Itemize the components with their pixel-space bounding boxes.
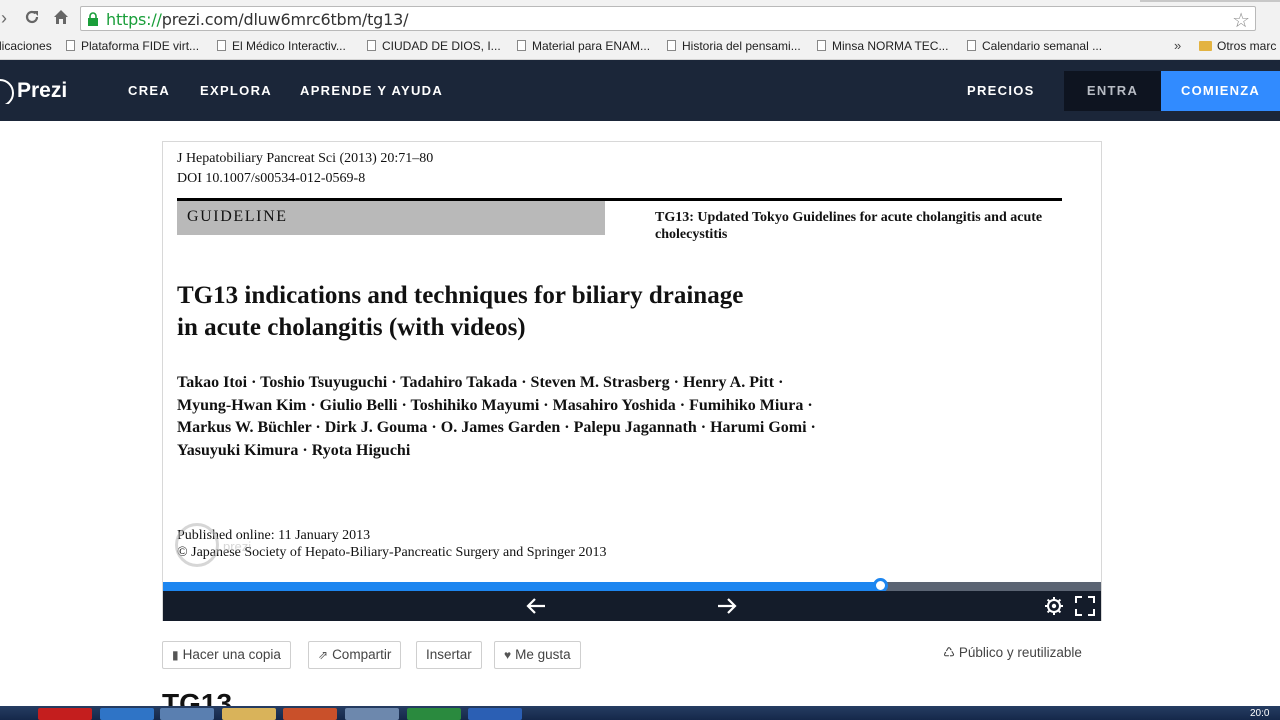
- chrome-icon[interactable]: [345, 708, 399, 720]
- paper-title: TG13 indications and techniques for bili…: [177, 280, 897, 344]
- bookmarks-bar: licaciones Plataforma FIDE virt... El Mé…: [0, 36, 1280, 60]
- excel-icon[interactable]: [407, 708, 461, 720]
- paper-title-line: in acute cholangitis (with videos): [177, 314, 526, 341]
- bookmark-item[interactable]: Historia del pensami...: [667, 39, 801, 53]
- heart-icon: ♥: [504, 648, 512, 662]
- internet-explorer-icon[interactable]: [100, 708, 154, 720]
- bookmarks-overflow-icon[interactable]: »: [1174, 38, 1181, 53]
- previous-arrow-icon[interactable]: [525, 596, 547, 621]
- next-arrow-icon[interactable]: [716, 596, 738, 621]
- taskbar-app-icon[interactable]: [38, 708, 92, 720]
- file-explorer-icon[interactable]: [222, 708, 276, 720]
- tab-strip-edge: [1140, 0, 1280, 2]
- series-title: TG13: Updated Tokyo Guidelines for acute…: [655, 210, 1043, 242]
- bookmark-item[interactable]: licaciones: [0, 39, 52, 53]
- journal-citation: J Hepatobiliary Pancreat Sci (2013) 20:7…: [177, 151, 434, 166]
- page-icon: [217, 40, 226, 51]
- page-icon: [667, 40, 676, 51]
- settings-gear-icon[interactable]: [1044, 596, 1064, 621]
- author-line: Yasuyuki Kimura · Ryota Higuchi: [177, 441, 411, 459]
- url-field[interactable]: https://prezi.com/dluw6mrc6tbm/tg13/ ☆: [80, 6, 1256, 33]
- author-line: Takao Itoi · Toshio Tsuyuguchi · Tadahir…: [177, 374, 784, 391]
- url-text: https://prezi.com/dluw6mrc6tbm/tg13/: [106, 10, 409, 29]
- word-icon[interactable]: [468, 708, 522, 720]
- copy-button[interactable]: ▮ Hacer una copia: [162, 641, 291, 669]
- section-label: GUIDELINE: [187, 208, 288, 225]
- recycle-icon: ♺: [943, 645, 956, 660]
- bookmark-star-icon[interactable]: ☆: [1232, 8, 1250, 33]
- embed-button[interactable]: Insertar: [416, 641, 482, 669]
- signup-button[interactable]: COMIENZA: [1161, 71, 1280, 111]
- visibility-status: ♺ Público y reutilizable: [943, 645, 1082, 661]
- nav-precios[interactable]: PRECIOS: [967, 83, 1035, 98]
- like-button[interactable]: ♥ Me gusta: [494, 641, 581, 669]
- prezi-watermark-icon: [175, 523, 219, 567]
- copy-icon: ▮: [172, 648, 179, 662]
- bookmark-item[interactable]: CIUDAD DE DIOS, I...: [367, 39, 501, 53]
- like-label: Me gusta: [515, 647, 571, 662]
- login-button[interactable]: ENTRA: [1064, 71, 1161, 111]
- section-banner: GUIDELINE: [177, 201, 605, 235]
- nav-crea[interactable]: CREA: [128, 83, 170, 98]
- share-button[interactable]: ⇗ Compartir: [308, 641, 402, 669]
- os-taskbar: 20:0: [0, 706, 1280, 720]
- author-line: Myung-Hwan Kim · Giulio Belli · Toshihik…: [177, 396, 813, 414]
- author-line: Markus W. Büchler · Dirk J. Gouma · O. J…: [177, 419, 816, 436]
- copy-label: Hacer una copia: [182, 647, 281, 662]
- reload-icon[interactable]: [22, 8, 42, 28]
- watermark-text: prezi: [223, 539, 252, 554]
- nav-explora[interactable]: EXPLORA: [200, 83, 272, 98]
- site-header: Prezi CREA EXPLORA APRENDE Y AYUDA PRECI…: [0, 60, 1280, 121]
- folder-icon: [1199, 41, 1212, 51]
- prezi-logo-icon: [0, 78, 14, 104]
- share-label: Compartir: [332, 647, 392, 662]
- lock-icon: [87, 12, 99, 26]
- fullscreen-icon[interactable]: [1075, 596, 1095, 621]
- taskbar-clock: 20:0: [1250, 708, 1270, 719]
- paper-title-line: TG13 indications and techniques for bili…: [177, 282, 744, 309]
- author-list: Takao Itoi · Toshio Tsuyuguchi · Tadahir…: [177, 372, 937, 462]
- page-icon: [66, 40, 75, 51]
- embed-label: Insertar: [426, 647, 472, 662]
- bookmark-item[interactable]: Material para ENAM...: [517, 39, 650, 53]
- progress-fill: [163, 582, 880, 591]
- powerpoint-icon[interactable]: [283, 708, 337, 720]
- page-icon: [967, 40, 976, 51]
- logo-text: Prezi: [17, 79, 68, 102]
- presentation-viewer[interactable]: J Hepatobiliary Pancreat Sci (2013) 20:7…: [162, 141, 1102, 621]
- share-icon: ⇗: [318, 648, 329, 662]
- page-icon: [367, 40, 376, 51]
- home-icon[interactable]: [51, 8, 71, 28]
- prezi-logo[interactable]: Prezi: [0, 78, 67, 104]
- taskbar-app-icon[interactable]: [160, 708, 214, 720]
- visibility-label: Público y reutilizable: [958, 645, 1082, 660]
- slide-canvas[interactable]: J Hepatobiliary Pancreat Sci (2013) 20:7…: [163, 142, 1101, 582]
- bookmark-folder-other[interactable]: Otros marc: [1199, 39, 1276, 53]
- page-icon: [517, 40, 526, 51]
- progress-bar[interactable]: [163, 578, 1101, 593]
- forward-icon[interactable]: ›: [0, 8, 14, 28]
- browser-address-bar: › https://prezi.com/dluw6mrc6tbm/tg13/ ☆: [0, 0, 1280, 36]
- player-controls: [163, 591, 1101, 621]
- nav-aprende-y-ayuda[interactable]: APRENDE Y AYUDA: [300, 83, 443, 98]
- bookmark-item[interactable]: Plataforma FIDE virt...: [66, 39, 199, 53]
- bookmark-item[interactable]: El Médico Interactiv...: [217, 39, 346, 53]
- bookmark-item[interactable]: Minsa NORMA TEC...: [817, 39, 948, 53]
- bookmark-item[interactable]: Calendario semanal ...: [967, 39, 1102, 53]
- page-icon: [817, 40, 826, 51]
- doi: DOI 10.1007/s00534-012-0569-8: [177, 171, 366, 186]
